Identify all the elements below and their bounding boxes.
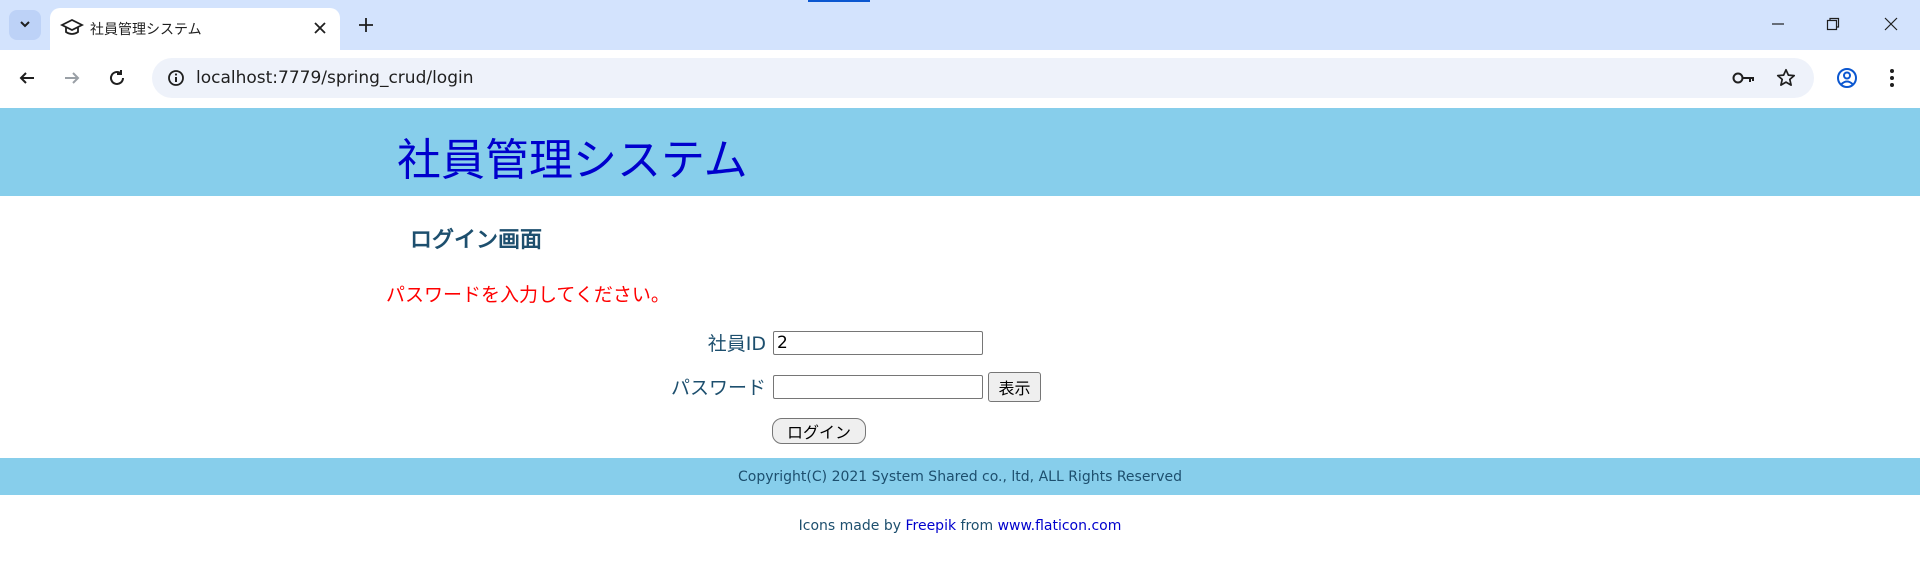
password-input[interactable] [773, 375, 983, 399]
copyright-text: Copyright(C) 2021 System Shared co., ltd… [738, 468, 1182, 485]
browser-toolbar: localhost:7779/spring_crud/login [0, 50, 1920, 109]
page-title: ログイン画面 [410, 228, 543, 253]
show-password-button[interactable]: 表示 [988, 372, 1041, 402]
back-arrow-icon[interactable] [11, 62, 43, 94]
info-icon[interactable] [162, 64, 190, 92]
flaticon-link[interactable]: www.flaticon.com [998, 518, 1122, 534]
employee-id-input[interactable] [773, 331, 983, 355]
browser-tab-bar: 社員管理システム [0, 0, 1920, 50]
employee-id-label: 社員ID [707, 333, 766, 355]
page-content: 社員管理システム ログイン画面 パスワードを入力してください。 社員ID パスワ… [0, 108, 1920, 568]
key-icon[interactable] [1730, 64, 1758, 92]
freepik-link[interactable]: Freepik [905, 518, 956, 534]
icon-credits: Icons made by Freepik from www.flaticon.… [0, 518, 1920, 534]
tab-search-button[interactable] [9, 10, 41, 40]
close-icon[interactable] [308, 16, 332, 40]
site-header: 社員管理システム [0, 108, 1920, 196]
browser-tab[interactable]: 社員管理システム [50, 8, 340, 50]
address-bar[interactable]: localhost:7779/spring_crud/login [152, 58, 1814, 98]
restore-icon[interactable] [1813, 6, 1853, 42]
credits-middle: from [960, 518, 994, 534]
login-button[interactable]: ログイン [772, 418, 866, 444]
credits-prefix: Icons made by [798, 518, 902, 534]
plus-icon[interactable] [352, 11, 380, 39]
reload-icon[interactable] [101, 62, 133, 94]
graduation-cap-icon [59, 16, 85, 40]
window-close-icon[interactable] [1871, 6, 1911, 42]
tab-strip-accent [808, 0, 870, 2]
minimize-icon[interactable] [1758, 6, 1798, 42]
profile-icon[interactable] [1831, 62, 1863, 94]
star-icon[interactable] [1772, 64, 1800, 92]
tab-title: 社員管理システム [90, 22, 202, 38]
site-title: 社員管理システム [397, 135, 748, 186]
url-text[interactable]: localhost:7779/spring_crud/login [196, 68, 474, 88]
chevron-down-icon [18, 16, 32, 35]
site-footer: Copyright(C) 2021 System Shared co., ltd… [0, 458, 1920, 495]
forward-arrow-icon[interactable] [56, 62, 88, 94]
password-label: パスワード [670, 377, 766, 399]
more-vert-icon[interactable] [1876, 62, 1908, 94]
error-message: パスワードを入力してください。 [386, 284, 670, 306]
